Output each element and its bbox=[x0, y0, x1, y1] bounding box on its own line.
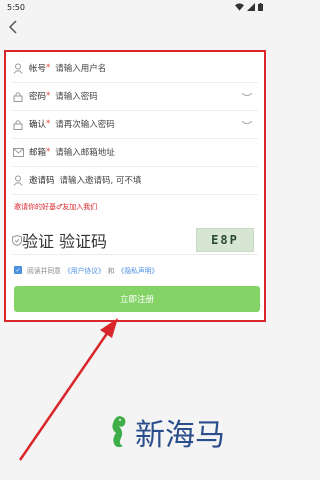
watermark-logo: 新海马 bbox=[105, 410, 225, 454]
seahorse-icon bbox=[112, 416, 126, 448]
logo-text: 新海马 bbox=[135, 418, 225, 453]
annotation-arrow bbox=[18, 318, 118, 461]
